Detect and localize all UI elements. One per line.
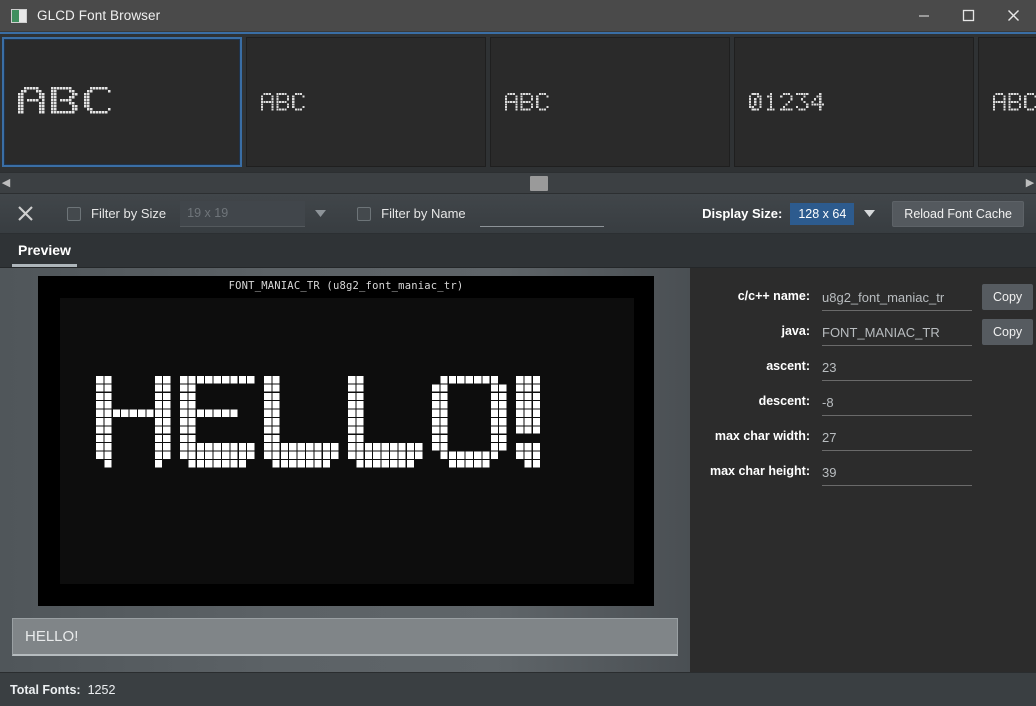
font-thumbnail[interactable]	[2, 37, 242, 167]
font-thumbnail-strip[interactable]	[0, 32, 1036, 172]
size-combo-value: 19 x 19	[187, 206, 229, 220]
property-value-field[interactable]: -8	[822, 389, 972, 416]
minimize-button[interactable]	[901, 0, 946, 31]
display-size-label: Display Size:	[702, 206, 783, 221]
scroll-right-arrow[interactable]: ▶	[1024, 177, 1036, 189]
size-combo-arrow[interactable]	[305, 201, 335, 227]
glcd-display	[60, 298, 634, 584]
filter-name-input[interactable]	[479, 201, 604, 227]
property-value-field[interactable]: FONT_MANIAC_TR	[822, 319, 972, 346]
property-label: ascent:	[766, 359, 810, 373]
minimize-icon	[918, 14, 929, 17]
scrollbar-thumb[interactable]	[530, 176, 548, 191]
font-thumbnail[interactable]	[734, 37, 974, 167]
filter-by-size-group[interactable]: Filter by Size	[67, 206, 166, 221]
thumbnail-sample-text	[261, 92, 308, 111]
filter-by-size-checkbox[interactable]	[67, 206, 81, 221]
property-label: c/c++ name:	[737, 289, 810, 303]
scrollbar-track[interactable]	[12, 172, 1024, 194]
display-size-combo[interactable]: 128 x 64	[790, 202, 855, 225]
close-icon	[17, 206, 33, 221]
title-bar: GLCD Font Browser	[0, 0, 1036, 32]
property-value-field[interactable]: 27	[822, 424, 972, 451]
thumbnail-sample-text	[18, 87, 117, 117]
scroll-left-arrow[interactable]: ◀	[0, 177, 12, 189]
sample-text-input-row: HELLO!	[12, 618, 678, 656]
thumbnail-sample-text	[993, 92, 1036, 111]
window-title: GLCD Font Browser	[37, 8, 161, 23]
thumbnail-sample-text	[749, 92, 827, 111]
clear-filters-button[interactable]	[5, 198, 45, 230]
chevron-down-icon	[314, 210, 326, 217]
total-fonts-label: Total Fonts:	[10, 682, 81, 697]
font-thumbnail[interactable]	[246, 37, 486, 167]
property-row: c/c++ name: u8g2_font_maniac_tr Copy	[690, 284, 1036, 319]
display-size-combo-arrow[interactable]	[854, 201, 884, 227]
close-button[interactable]	[991, 0, 1036, 31]
app-icon	[11, 8, 27, 23]
font-properties-panel: c/c++ name: u8g2_font_maniac_tr Copy java: F…	[690, 268, 1036, 672]
preview-canvas: FONT_MANIAC_TR (u8g2_font_maniac_tr)	[38, 276, 654, 606]
preview-sample-text	[96, 376, 600, 468]
property-label: max char width:	[714, 429, 810, 443]
property-value-field[interactable]: 23	[822, 354, 972, 381]
reload-font-cache-button[interactable]: Reload Font Cache	[892, 200, 1024, 227]
property-row: max char width: 27	[690, 424, 1036, 459]
filter-toolbar: Filter by Size 19 x 19 Filter by Name Di…	[0, 194, 1036, 234]
thumbnail-scrollbar[interactable]: ◀ ▶	[0, 172, 1036, 194]
thumbnail-sample-text	[505, 92, 552, 111]
size-combo[interactable]: 19 x 19	[180, 200, 306, 227]
tab-preview[interactable]: Preview	[12, 242, 77, 267]
display-size-value: 128 x 64	[798, 206, 847, 221]
property-label: descent:	[758, 394, 810, 408]
tab-bar: Preview	[0, 234, 1036, 268]
property-row: ascent: 23	[690, 354, 1036, 389]
status-bar: Total Fonts: 1252	[0, 672, 1036, 706]
property-value-field[interactable]: u8g2_font_maniac_tr	[822, 284, 972, 311]
property-row: java: FONT_MANIAC_TR Copy	[690, 319, 1036, 354]
preview-canvas-title: FONT_MANIAC_TR (u8g2_font_maniac_tr)	[228, 280, 464, 292]
property-value-field[interactable]: 39	[822, 459, 972, 486]
font-thumbnail[interactable]	[978, 37, 1036, 167]
close-icon	[1008, 10, 1019, 21]
filter-by-size-label: Filter by Size	[91, 206, 167, 221]
filter-by-name-checkbox[interactable]	[357, 206, 372, 221]
filter-by-name-group[interactable]: Filter by Name	[357, 206, 466, 221]
main-content: FONT_MANIAC_TR (u8g2_font_maniac_tr) HEL…	[0, 268, 1036, 672]
thumbnail-list	[0, 34, 1036, 170]
property-row: descent: -8	[690, 389, 1036, 424]
sample-text-input[interactable]: HELLO!	[12, 618, 678, 656]
property-label: max char height:	[709, 464, 810, 478]
font-thumbnail[interactable]	[490, 37, 730, 167]
filter-name-input-underline	[479, 225, 604, 227]
preview-pane: FONT_MANIAC_TR (u8g2_font_maniac_tr) HEL…	[0, 268, 690, 672]
property-label: java:	[781, 324, 811, 338]
maximize-icon	[962, 9, 975, 22]
chevron-down-icon	[863, 210, 875, 217]
property-row: max char height: 39	[690, 459, 1036, 494]
total-fonts-value: 1252	[87, 682, 116, 697]
copy-button[interactable]: Copy	[982, 319, 1034, 345]
filter-by-name-label: Filter by Name	[381, 206, 466, 221]
maximize-button[interactable]	[946, 0, 991, 31]
copy-button[interactable]: Copy	[982, 284, 1034, 310]
